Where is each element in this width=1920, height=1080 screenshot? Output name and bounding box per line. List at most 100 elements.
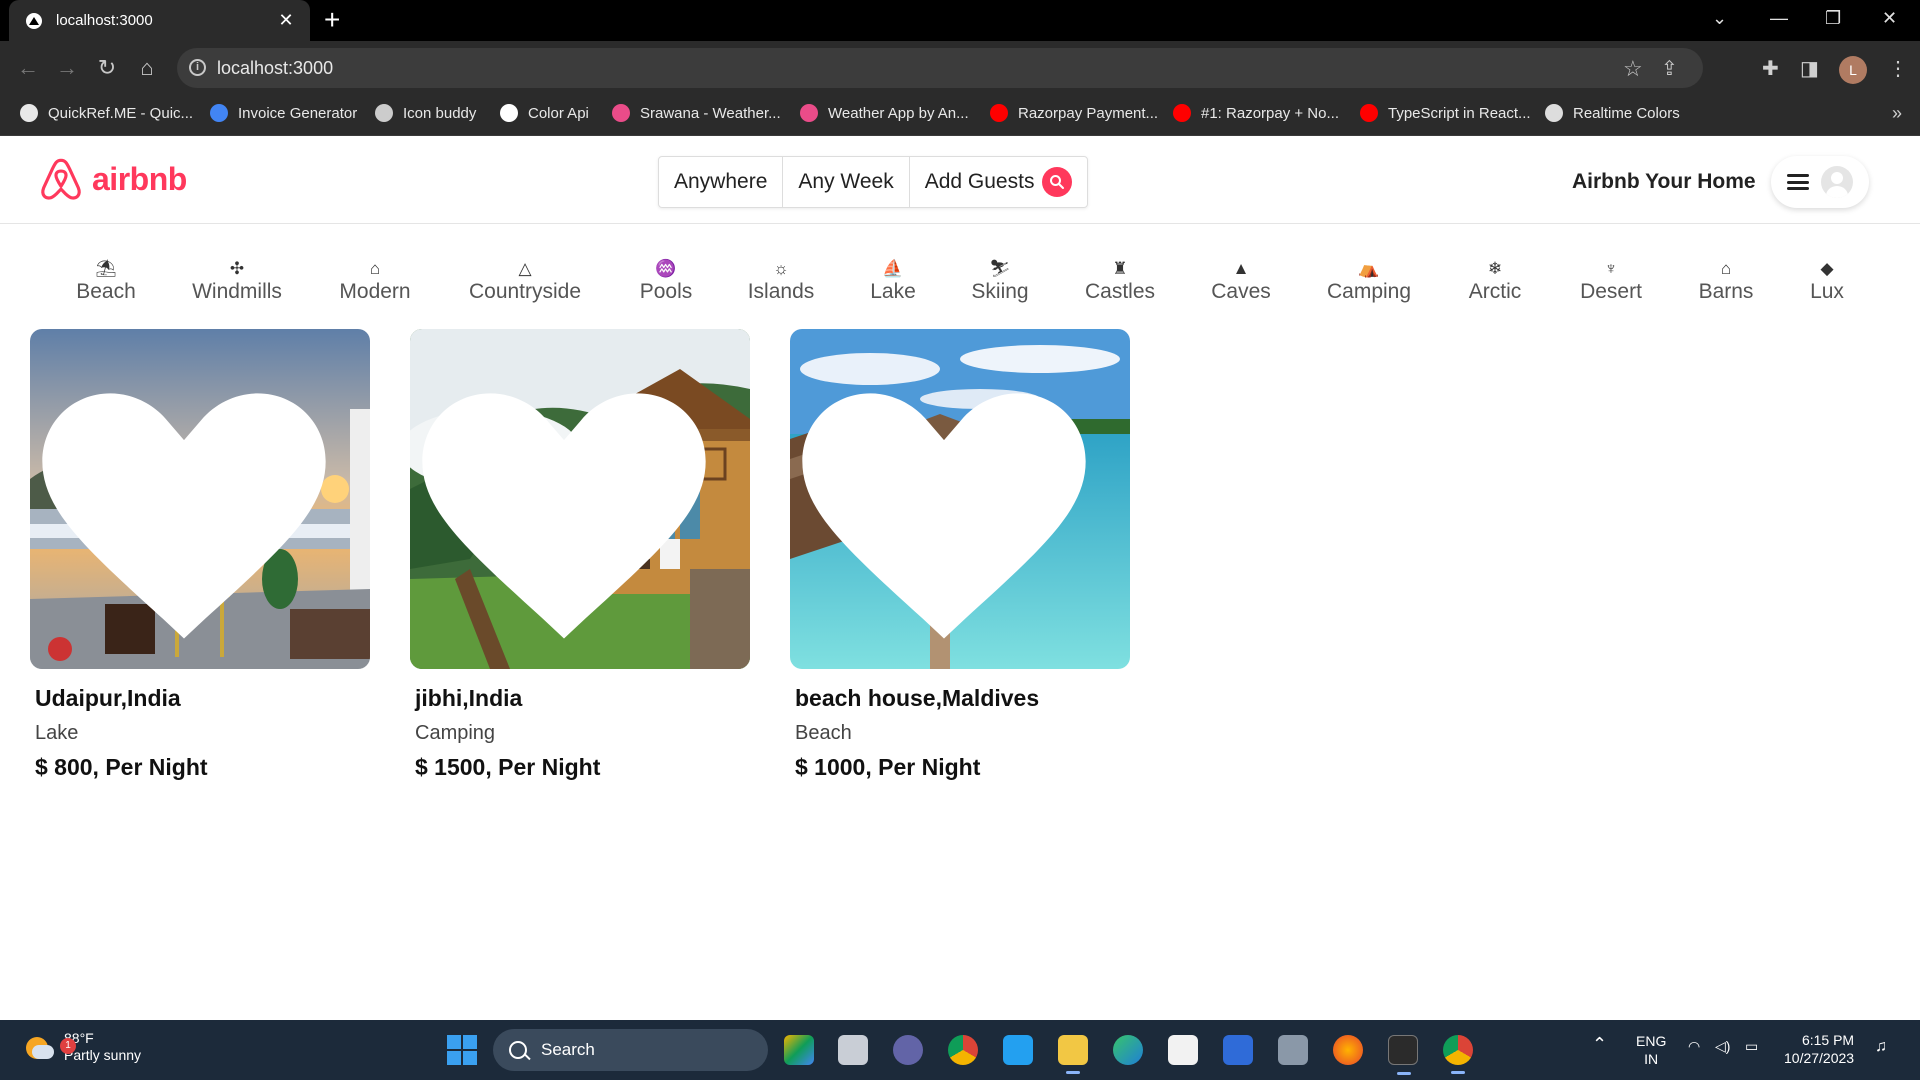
search-icon[interactable] bbox=[1042, 167, 1073, 197]
bookmark-item[interactable]: Icon buddy bbox=[375, 104, 476, 122]
window-close-icon[interactable]: ✕ bbox=[1882, 8, 1897, 29]
volume-icon[interactable]: ◁) bbox=[1715, 1038, 1730, 1055]
listing-card[interactable]: Udaipur,India Lake $ 800, Per Night bbox=[30, 329, 370, 781]
listing-card[interactable]: jibhi,India Camping $ 1500, Per Night bbox=[410, 329, 750, 781]
airbnb-your-home-link[interactable]: Airbnb Your Home bbox=[1572, 170, 1756, 194]
back-icon[interactable]: ← bbox=[14, 54, 42, 82]
listing-title: Udaipur,India bbox=[35, 685, 181, 711]
browser-tab[interactable]: localhost:3000 ✕ bbox=[9, 0, 310, 41]
file-explorer-icon[interactable] bbox=[1058, 1035, 1088, 1074]
side-panel-icon[interactable]: ◨ bbox=[1800, 56, 1819, 81]
taskbar-search[interactable]: Search bbox=[493, 1029, 768, 1071]
forward-icon[interactable]: → bbox=[53, 54, 81, 82]
new-tab-button[interactable]: + bbox=[324, 6, 340, 34]
category-beach[interactable]: ⛱ Beach bbox=[76, 258, 136, 304]
category-countryside[interactable]: △ Countryside bbox=[469, 258, 581, 304]
category-caves[interactable]: ▲ Caves bbox=[1211, 258, 1271, 304]
profile-avatar[interactable]: L bbox=[1839, 56, 1867, 84]
category-islands[interactable]: ☼ Islands bbox=[748, 258, 815, 304]
category-camping[interactable]: ⛺ Camping bbox=[1327, 258, 1411, 304]
bookmark-item[interactable]: TypeScript in React... bbox=[1360, 104, 1531, 122]
airbnb-logo[interactable]: airbnb bbox=[38, 156, 187, 202]
home-icon[interactable]: ⌂ bbox=[133, 54, 161, 82]
battery-icon[interactable]: ▭ bbox=[1745, 1038, 1758, 1055]
listing-photo[interactable] bbox=[790, 329, 1130, 669]
category-label: Lux bbox=[1810, 280, 1844, 303]
address-bar[interactable]: i localhost:3000 ⇪ ☆ bbox=[177, 48, 1703, 88]
category-lux[interactable]: ◆ Lux bbox=[1810, 258, 1844, 304]
url-text[interactable]: localhost:3000 bbox=[217, 58, 333, 79]
teams-icon[interactable] bbox=[893, 1035, 923, 1065]
close-tab-icon[interactable]: ✕ bbox=[274, 10, 298, 31]
category-label: Camping bbox=[1326, 280, 1412, 303]
share-icon[interactable]: ⇪ bbox=[1661, 56, 1678, 81]
category-arctic[interactable]: ❄ Arctic bbox=[1469, 258, 1522, 304]
category-lake[interactable]: ⛵ Lake bbox=[870, 258, 916, 304]
terminal-icon[interactable] bbox=[1388, 1035, 1418, 1075]
listing-card[interactable]: beach house,Maldives Beach $ 1000, Per N… bbox=[790, 329, 1130, 781]
bookmark-item[interactable]: Invoice Generator bbox=[210, 104, 357, 122]
wifi-icon[interactable]: ◠ bbox=[1688, 1038, 1700, 1055]
site-info-icon[interactable]: i bbox=[189, 59, 206, 76]
modern-house-icon: ⌂ bbox=[369, 259, 381, 278]
firefox-icon[interactable] bbox=[1333, 1035, 1363, 1065]
edge-icon[interactable] bbox=[1113, 1035, 1143, 1065]
bookmark-label: TypeScript in React... bbox=[1388, 104, 1531, 122]
user-menu-button[interactable] bbox=[1771, 156, 1869, 208]
any-week-button[interactable]: Any Week bbox=[783, 157, 910, 207]
listing-photo[interactable] bbox=[30, 329, 370, 669]
chrome-profile-icon[interactable] bbox=[1443, 1035, 1473, 1074]
hamburger-menu-icon bbox=[1787, 174, 1809, 190]
favorite-heart-icon[interactable] bbox=[790, 341, 1114, 669]
editor-app-icon[interactable] bbox=[1223, 1035, 1253, 1065]
search-bar[interactable]: Anywhere Any Week Add Guests bbox=[658, 156, 1089, 208]
category-windmills[interactable]: ✣ Windmills bbox=[192, 258, 282, 304]
bookmark-label: Icon buddy bbox=[403, 104, 477, 122]
bookmark-favicon-icon bbox=[1173, 104, 1191, 122]
bookmark-favicon-icon bbox=[990, 104, 1008, 122]
bookmark-item[interactable]: QuickRef.ME - Quic... bbox=[20, 104, 193, 122]
more-bookmarks-icon[interactable]: » bbox=[1892, 103, 1902, 124]
tab-search-icon[interactable]: ⌄ bbox=[1712, 8, 1727, 29]
category-desert[interactable]: ♆ Desert bbox=[1580, 258, 1642, 304]
extensions-icon[interactable]: ✚ bbox=[1762, 56, 1779, 81]
category-label: Pools bbox=[639, 280, 693, 303]
bookmark-item[interactable]: Srawana - Weather... bbox=[612, 104, 781, 122]
site-header: airbnb Anywhere Any Week Add Guests Airb… bbox=[0, 136, 1920, 224]
browser-menu-icon[interactable]: ⋮ bbox=[1888, 56, 1908, 81]
bookmark-item[interactable]: Realtime Colors bbox=[1545, 104, 1680, 122]
restore-icon[interactable]: ❐ bbox=[1825, 8, 1841, 29]
category-pools[interactable]: ♒ Pools bbox=[640, 258, 693, 304]
microsoft-store-icon[interactable] bbox=[1168, 1035, 1198, 1065]
weather-widget[interactable]: 1 88°F Partly sunny bbox=[22, 1030, 141, 1064]
category-barns[interactable]: ⌂ Barns bbox=[1699, 258, 1754, 304]
task-view-icon[interactable] bbox=[838, 1035, 868, 1065]
chrome-icon[interactable] bbox=[948, 1035, 978, 1065]
category-skiing[interactable]: ⛷ Skiing bbox=[971, 258, 1028, 304]
bookmark-item[interactable]: Color Api bbox=[500, 104, 589, 122]
category-label: Modern bbox=[339, 280, 411, 303]
listing-photo[interactable] bbox=[410, 329, 750, 669]
system-clock[interactable]: 6:15 PM 10/27/2023 bbox=[1784, 1031, 1854, 1067]
category-label: Castles bbox=[1084, 280, 1156, 303]
bookmark-item[interactable]: Weather App by An... bbox=[800, 104, 969, 122]
notification-bell-icon[interactable]: ♫ bbox=[1875, 1038, 1887, 1056]
bookmark-item[interactable]: #1: Razorpay + No... bbox=[1173, 104, 1339, 122]
minimize-icon[interactable]: — bbox=[1770, 8, 1788, 29]
show-hidden-icons-icon[interactable]: ⌃ bbox=[1592, 1034, 1607, 1055]
vscode-icon[interactable] bbox=[1003, 1035, 1033, 1065]
add-guests-button[interactable]: Add Guests bbox=[910, 157, 1088, 207]
anywhere-button[interactable]: Anywhere bbox=[659, 157, 784, 207]
category-modern[interactable]: ⌂ Modern bbox=[339, 258, 410, 304]
calculator-icon[interactable] bbox=[1278, 1035, 1308, 1065]
microsoft-365-icon[interactable] bbox=[784, 1035, 814, 1065]
category-castles[interactable]: ♜ Castles bbox=[1085, 258, 1155, 304]
windows-start-icon[interactable] bbox=[447, 1035, 477, 1065]
reload-icon[interactable]: ↻ bbox=[93, 54, 121, 82]
favorite-heart-icon[interactable] bbox=[410, 341, 734, 669]
bookmark-item[interactable]: Razorpay Payment... bbox=[990, 104, 1158, 122]
bookmark-label: QuickRef.ME - Quic... bbox=[48, 104, 194, 122]
language-indicator[interactable]: ENG IN bbox=[1636, 1032, 1666, 1068]
favorite-heart-icon[interactable] bbox=[30, 341, 354, 669]
bookmark-star-icon[interactable]: ☆ bbox=[1623, 56, 1643, 82]
